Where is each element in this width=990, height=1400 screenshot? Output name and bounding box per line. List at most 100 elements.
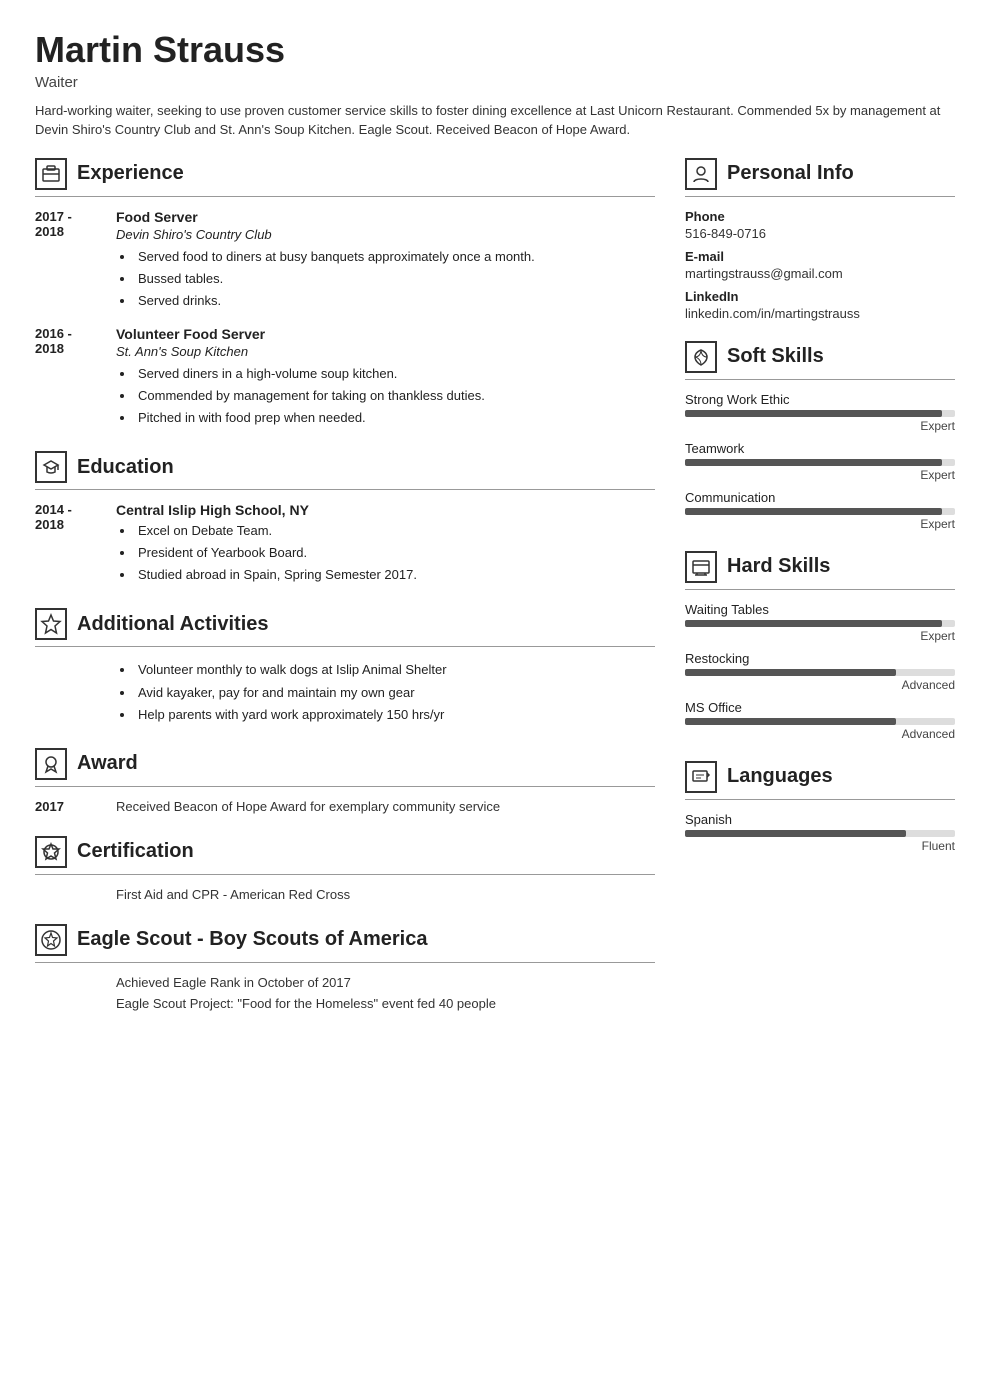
hard-skill-2-bar: [685, 669, 955, 676]
exp2-bullet-2: Commended by management for taking on th…: [120, 385, 655, 407]
hard-skill-1-bar: [685, 620, 955, 627]
award-title: Award: [77, 752, 138, 775]
soft-skills-divider: [685, 379, 955, 380]
activity-bullet-1: Volunteer monthly to walk dogs at Islip …: [120, 659, 655, 681]
experience-title: Experience: [77, 162, 184, 185]
exp1-company: Devin Shiro's Country Club: [116, 227, 655, 242]
edu1-bullet-2: President of Yearbook Board.: [120, 542, 655, 564]
hard-skills-section: Hard Skills Waiting Tables Expert Restoc…: [685, 551, 955, 741]
eagle-scout-title: Eagle Scout - Boy Scouts of America: [77, 928, 427, 951]
eagle-scout-icon: [35, 924, 67, 956]
experience-header: Experience: [35, 158, 655, 190]
experience-entry-1: 2017 -2018 Food Server Devin Shiro's Cou…: [35, 209, 655, 312]
email-value: martingstrauss@gmail.com: [685, 266, 955, 281]
exp1-bullets: Served food to diners at busy banquets a…: [116, 246, 655, 312]
soft-skill-1-fill: [685, 410, 942, 417]
eagle-scout-divider: [35, 962, 655, 963]
hard-skill-3-fill: [685, 718, 896, 725]
linkedin-value: linkedin.com/in/martingstrauss: [685, 306, 955, 321]
languages-header: Languages: [685, 761, 955, 793]
soft-skill-2-bar: [685, 459, 955, 466]
cert1-text: First Aid and CPR - American Red Cross: [35, 887, 655, 902]
personal-info-title: Personal Info: [727, 162, 854, 185]
email-label: E-mail: [685, 249, 955, 264]
award-divider: [35, 786, 655, 787]
hard-skill-2-fill: [685, 669, 896, 676]
education-divider: [35, 489, 655, 490]
soft-skill-2-name: Teamwork: [685, 441, 955, 456]
soft-skill-2-fill: [685, 459, 942, 466]
lang-1-level: Fluent: [685, 839, 955, 853]
exp2-bullet-1: Served diners in a high-volume soup kitc…: [120, 363, 655, 385]
hard-skill-3-level: Advanced: [685, 727, 955, 741]
hard-skills-header: Hard Skills: [685, 551, 955, 583]
activities-header: Additional Activities: [35, 608, 655, 640]
soft-skills-header: Soft Skills: [685, 341, 955, 373]
edu1-bullets: Excel on Debate Team. President of Yearb…: [116, 520, 655, 586]
soft-skill-1-name: Strong Work Ethic: [685, 392, 955, 407]
education-section: Education 2014 -2018 Central Islip High …: [35, 451, 655, 586]
exp2-company: St. Ann's Soup Kitchen: [116, 344, 655, 359]
soft-skill-1-level: Expert: [685, 419, 955, 433]
right-column: Personal Info Phone 516-849-0716 E-mail …: [685, 158, 955, 1033]
education-entry-1: 2014 -2018 Central Islip High School, NY…: [35, 502, 655, 586]
eagle-scout-section: Eagle Scout - Boy Scouts of America Achi…: [35, 924, 655, 1011]
experience-icon: [35, 158, 67, 190]
personal-info-section: Personal Info Phone 516-849-0716 E-mail …: [685, 158, 955, 321]
education-title: Education: [77, 456, 174, 479]
soft-skills-title: Soft Skills: [727, 345, 824, 368]
hard-skill-1-level: Expert: [685, 629, 955, 643]
edu1-school: Central Islip High School, NY: [116, 502, 655, 518]
eagle-scout-entry-2: Eagle Scout Project: "Food for the Homel…: [35, 996, 655, 1011]
hard-skills-divider: [685, 589, 955, 590]
soft-skill-2-level: Expert: [685, 468, 955, 482]
additional-activities-section: Additional Activities Volunteer monthly …: [35, 608, 655, 725]
soft-skills-section: Soft Skills Strong Work Ethic Expert Tea…: [685, 341, 955, 531]
award-section: Award 2017 Received Beacon of Hope Award…: [35, 748, 655, 814]
soft-skill-1-bar: [685, 410, 955, 417]
soft-skill-3-level: Expert: [685, 517, 955, 531]
hard-skill-2-level: Advanced: [685, 678, 955, 692]
exp1-job-title: Food Server: [116, 209, 655, 225]
certification-section: Certification First Aid and CPR - Americ…: [35, 836, 655, 902]
award-header: Award: [35, 748, 655, 780]
exp2-bullets: Served diners in a high-volume soup kitc…: [116, 363, 655, 429]
left-column: Experience 2017 -2018 Food Server Devin …: [35, 158, 655, 1033]
resume-header: Martin Strauss Waiter Hard-working waite…: [35, 30, 955, 140]
experience-entry-2: 2016 -2018 Volunteer Food Server St. Ann…: [35, 326, 655, 429]
hard-skills-title: Hard Skills: [727, 555, 830, 578]
exp2-job-title: Volunteer Food Server: [116, 326, 655, 342]
award1-text: Received Beacon of Hope Award for exempl…: [116, 799, 500, 814]
soft-skill-3-fill: [685, 508, 942, 515]
languages-title: Languages: [727, 765, 833, 788]
edu1-date: 2014 -2018: [35, 502, 100, 586]
experience-section: Experience 2017 -2018 Food Server Devin …: [35, 158, 655, 430]
candidate-name: Martin Strauss: [35, 30, 955, 70]
phone-label: Phone: [685, 209, 955, 224]
activities-bullets: Volunteer monthly to walk dogs at Islip …: [35, 659, 655, 725]
personal-info-header: Personal Info: [685, 158, 955, 190]
languages-icon: [685, 761, 717, 793]
hard-skills-icon: [685, 551, 717, 583]
personal-info-icon: [685, 158, 717, 190]
exp1-bullet-2: Bussed tables.: [120, 268, 655, 290]
hard-skill-3-name: MS Office: [685, 700, 955, 715]
hard-skill-1-fill: [685, 620, 942, 627]
exp1-date: 2017 -2018: [35, 209, 100, 312]
eagle-scout-entry-1: Achieved Eagle Rank in October of 2017: [35, 975, 655, 990]
edu1-content: Central Islip High School, NY Excel on D…: [116, 502, 655, 586]
certification-divider: [35, 874, 655, 875]
award-entry-1: 2017 Received Beacon of Hope Award for e…: [35, 799, 655, 814]
exp2-bullet-3: Pitched in with food prep when needed.: [120, 407, 655, 429]
candidate-summary: Hard-working waiter, seeking to use prov…: [35, 101, 955, 140]
hard-skill-3-bar: [685, 718, 955, 725]
award-icon: [35, 748, 67, 780]
exp2-content: Volunteer Food Server St. Ann's Soup Kit…: [116, 326, 655, 429]
soft-skill-3-bar: [685, 508, 955, 515]
main-layout: Experience 2017 -2018 Food Server Devin …: [35, 158, 955, 1033]
activity-bullet-2: Avid kayaker, pay for and maintain my ow…: [120, 682, 655, 704]
activities-icon: [35, 608, 67, 640]
edu1-bullet-1: Excel on Debate Team.: [120, 520, 655, 542]
exp2-date: 2016 -2018: [35, 326, 100, 429]
activities-divider: [35, 646, 655, 647]
